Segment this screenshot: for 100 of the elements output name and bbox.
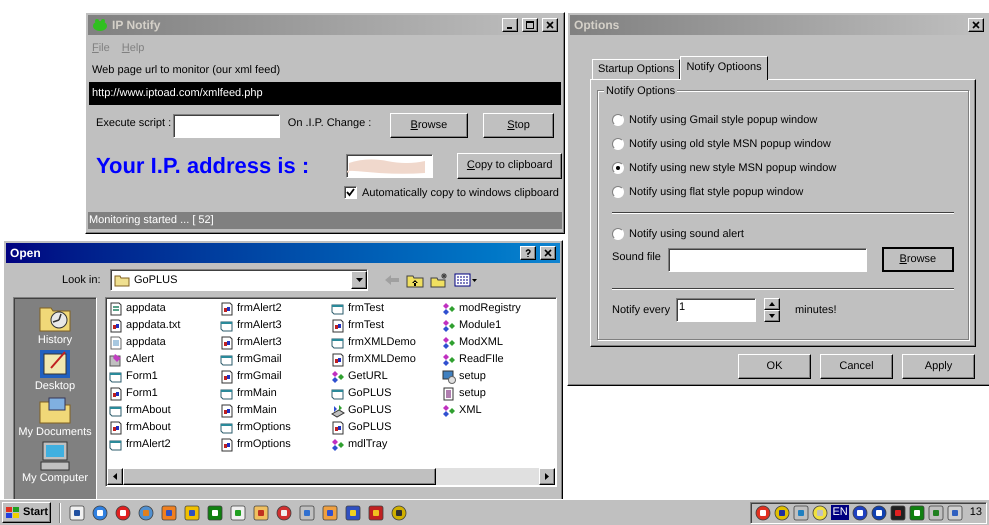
listing-entry[interactable]: frmGmail bbox=[220, 368, 331, 385]
listing-entry[interactable]: frmGmail bbox=[220, 351, 331, 368]
radio-label: Notify using Gmail style popup window bbox=[629, 112, 818, 128]
listing-entry[interactable]: GoPLUS bbox=[331, 419, 442, 436]
triangle-right-icon bbox=[545, 473, 549, 480]
dialog-button[interactable]: Cancel bbox=[820, 354, 893, 379]
ip-address-field[interactable] bbox=[346, 154, 434, 178]
scroll-right-button[interactable] bbox=[539, 468, 555, 485]
listing-entry[interactable]: appdata bbox=[109, 334, 220, 351]
listing-entry[interactable]: modRegistry bbox=[442, 300, 553, 317]
stop-button[interactable]: Stop bbox=[483, 113, 554, 138]
listing-entry[interactable]: XML bbox=[442, 402, 553, 419]
maximize-icon bbox=[526, 21, 534, 29]
listing-entry[interactable]: frmTest bbox=[331, 300, 442, 317]
listing-entry[interactable]: Module1 bbox=[442, 317, 553, 334]
new-folder-icon[interactable] bbox=[430, 272, 448, 288]
place-item[interactable]: My Computer bbox=[22, 440, 88, 485]
clock: 13 bbox=[970, 505, 982, 520]
close-button[interactable] bbox=[540, 246, 556, 260]
language-indicator[interactable]: EN bbox=[831, 505, 849, 520]
sound-file-field[interactable] bbox=[668, 248, 867, 272]
close-button[interactable] bbox=[542, 18, 558, 32]
text-file-icon bbox=[109, 336, 123, 350]
window-title: IP Notify bbox=[112, 17, 162, 34]
listing-entry[interactable]: frmAlert3 bbox=[220, 317, 331, 334]
listing-entry[interactable]: frmAlert2 bbox=[220, 300, 331, 317]
field-label: Look in: bbox=[62, 272, 102, 288]
document-icon bbox=[220, 404, 234, 418]
scroll-thumb[interactable] bbox=[123, 468, 436, 485]
tab[interactable]: Notify Optioons bbox=[680, 56, 768, 80]
checkbox[interactable] bbox=[344, 186, 357, 200]
dialog-button[interactable]: OK bbox=[738, 354, 811, 379]
listing-entry[interactable]: ReadFIle bbox=[442, 351, 553, 368]
view-menu-icon[interactable] bbox=[454, 273, 478, 287]
triangle-up-icon bbox=[769, 302, 775, 306]
place-item[interactable]: Desktop bbox=[34, 348, 76, 393]
square-icon[interactable] bbox=[184, 504, 200, 520]
radio-button[interactable] bbox=[612, 114, 624, 126]
square-icon[interactable] bbox=[908, 504, 925, 520]
close-icon bbox=[546, 21, 554, 29]
tab[interactable]: Startup Options bbox=[592, 59, 680, 79]
document-icon bbox=[220, 336, 234, 350]
listing-entry[interactable]: mdlTray bbox=[331, 436, 442, 453]
listing-entry[interactable]: frmXMLDemo bbox=[331, 334, 442, 351]
copy-button[interactable]: Copy to clipboard bbox=[457, 152, 562, 178]
document-icon bbox=[331, 318, 345, 332]
place-item[interactable]: My Documents bbox=[18, 394, 92, 439]
listing-entry[interactable]: cAlert bbox=[109, 351, 220, 368]
minimize-button[interactable] bbox=[502, 18, 518, 32]
listing-entry[interactable]: setup bbox=[442, 368, 553, 385]
class-icon bbox=[109, 352, 123, 366]
radio-button[interactable] bbox=[612, 162, 624, 174]
scroll-left-button[interactable] bbox=[107, 468, 123, 485]
listing-entry[interactable]: frmOptions bbox=[220, 419, 331, 436]
url-field[interactable]: http://www.iptoad.com/xmlfeed.php bbox=[89, 82, 561, 104]
listing-entry[interactable]: frmAlert2 bbox=[109, 436, 220, 453]
dropdown-button[interactable] bbox=[351, 271, 367, 289]
listing-entry[interactable]: frmAbout bbox=[109, 419, 220, 436]
script-icon bbox=[109, 302, 123, 316]
dialog-button[interactable]: Apply bbox=[902, 354, 975, 379]
radio-button[interactable] bbox=[612, 228, 624, 240]
spin-down-button[interactable] bbox=[764, 310, 780, 322]
listing-entry[interactable]: ModXML bbox=[442, 334, 553, 351]
radio-button[interactable] bbox=[612, 138, 624, 150]
listing-entry[interactable]: GoPLUS bbox=[331, 402, 442, 419]
browse-button[interactable]: Browse bbox=[882, 247, 954, 272]
start-button[interactable]: Start bbox=[2, 502, 52, 523]
ip-address-label: Your I.P. address is : bbox=[96, 152, 310, 180]
horizontal-scrollbar[interactable] bbox=[107, 468, 555, 485]
listing-entry[interactable]: appdata bbox=[109, 300, 220, 317]
browse-button[interactable]: Browse bbox=[390, 113, 468, 138]
listing-entry[interactable]: GetURL bbox=[331, 368, 442, 385]
listing-entry[interactable]: frmAlert3 bbox=[220, 334, 331, 351]
listing-entry[interactable]: frmAbout bbox=[109, 402, 220, 419]
listing-entry[interactable]: frmMain bbox=[220, 402, 331, 419]
maximize-button[interactable] bbox=[522, 18, 538, 32]
listing-entry[interactable]: frmXMLDemo bbox=[331, 351, 442, 368]
folder-dropdown[interactable]: GoPLUS bbox=[110, 269, 368, 291]
listing-entry[interactable]: appdata.txt bbox=[109, 317, 220, 334]
listing-entry[interactable]: GoPLUS bbox=[331, 385, 442, 402]
listing-entry[interactable]: frmOptions bbox=[220, 436, 331, 453]
close-button[interactable] bbox=[968, 18, 984, 32]
radio-label: Notify using new style MSN popup window bbox=[629, 160, 836, 176]
radio-button[interactable] bbox=[612, 186, 624, 198]
units-label: minutes! bbox=[795, 302, 837, 318]
help-button[interactable] bbox=[520, 246, 536, 260]
listing-entry[interactable]: frmTest bbox=[331, 317, 442, 334]
listing-entry[interactable]: Form1 bbox=[109, 368, 220, 385]
field-label: Sound file bbox=[612, 250, 662, 265]
square-icon[interactable] bbox=[207, 504, 224, 520]
listing-entry[interactable]: Form1 bbox=[109, 385, 220, 402]
folder-icon bbox=[114, 274, 130, 286]
spin-up-button[interactable] bbox=[764, 298, 780, 310]
place-item[interactable]: History bbox=[37, 302, 73, 347]
listing-entry[interactable]: frmMain bbox=[220, 385, 331, 402]
script-field[interactable] bbox=[172, 114, 280, 138]
minutes-field[interactable]: 1 bbox=[676, 298, 756, 322]
module-icon bbox=[442, 352, 456, 366]
document-icon bbox=[220, 302, 234, 316]
listing-entry[interactable]: setup bbox=[442, 385, 553, 402]
